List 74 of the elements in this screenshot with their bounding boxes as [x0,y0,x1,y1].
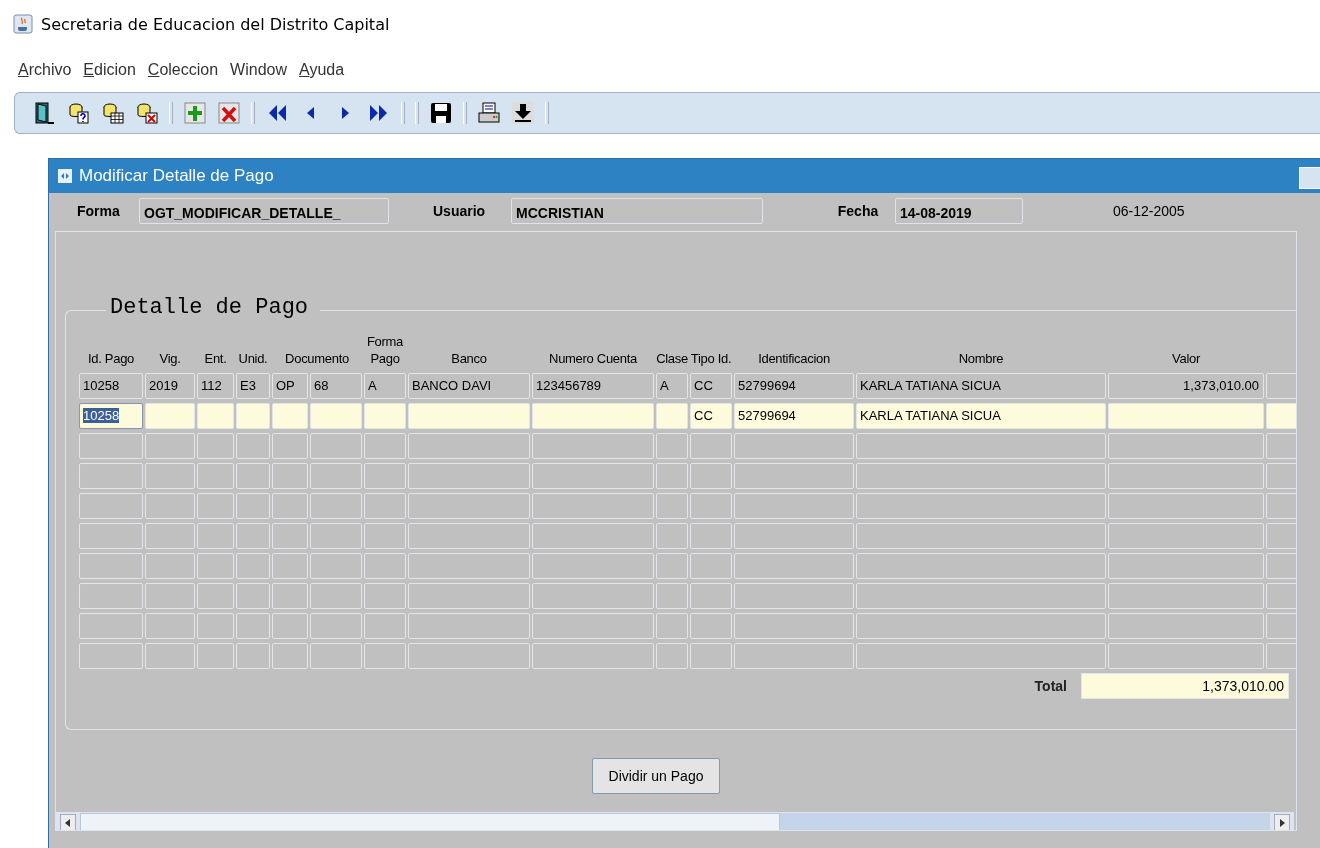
database-delete-icon[interactable] [135,101,159,125]
fecha-field: 14-08-2019 [895,198,1023,224]
form-window-title: Modificar Detalle de Pago [79,166,274,186]
usuario-field: MCCRISTIAN [511,198,763,224]
table-cell: BANCO DAVI [408,373,530,399]
column-header: Valor [1171,350,1201,368]
table-cell: KARLA TATIANA SICUA [856,373,1106,399]
section-title: Detalle de Pago [106,295,321,320]
split-payment-button[interactable]: Dividir un Pago [591,758,721,794]
column-header: Id. Pago [87,350,135,368]
column-header: Ent. [203,350,228,368]
scroll-thumb[interactable] [80,813,780,830]
table-cell[interactable]: CC [690,403,732,429]
table-cell: 1,373,010.00 [1108,373,1264,399]
menu-item[interactable]: Coleccion [147,61,219,79]
column-header: Tipo Id. [690,350,732,368]
column-header: Numero Cuenta [548,350,638,368]
add-record-icon[interactable] [183,101,207,125]
table-cell[interactable]: KARLA TATIANA SICUA [856,403,1106,429]
table-cell[interactable] [364,403,406,429]
menu-item[interactable]: Edicion [83,61,136,79]
scroll-left-icon[interactable] [60,814,76,830]
table-cell[interactable]: 10258 [79,403,143,429]
table-cell: 10258 [79,373,143,399]
scroll-right-icon[interactable] [1274,814,1290,830]
table-cell: OP [272,373,308,399]
menu-item[interactable]: Archivo [18,61,72,79]
column-header: Banco [450,350,488,368]
horizontal-scrollbar[interactable] [56,812,1294,830]
table-cell: 112 [197,373,234,399]
database-query-icon[interactable] [67,101,91,125]
table-cell: 68 [310,373,362,399]
column-header: Vig. [158,350,182,368]
column-header: Nombre [957,350,1005,368]
table-cell[interactable] [1266,403,1296,429]
table-cell[interactable] [656,403,688,429]
column-header: Unid. [237,350,269,368]
usuario-label: Usuario [432,203,487,219]
table-cell[interactable] [145,403,195,429]
total-field: 1,373,010.00 [1081,673,1289,699]
forma-label: Forma [76,203,121,219]
column-header: Documento [284,350,350,368]
delete-record-icon[interactable] [217,101,241,125]
form-window-icon [57,168,73,184]
table-cell[interactable] [310,403,362,429]
table-cell: 123456789 [532,373,654,399]
menu-item[interactable]: Window [230,61,287,79]
save-icon[interactable] [429,101,453,125]
java-cup-icon [13,14,33,34]
date-text: 06-12-2005 [1113,203,1185,219]
column-header: Clase [656,350,688,368]
table-cell[interactable] [408,403,530,429]
database-table-icon[interactable] [101,101,125,125]
table-cell[interactable] [197,403,234,429]
table-cell[interactable] [532,403,654,429]
table-cell: A [656,373,688,399]
column-header: Forma Pago [365,333,405,368]
table-cell[interactable] [236,403,270,429]
table-cell: 2019 [145,373,195,399]
table-cell: 52799694 [734,373,854,399]
column-header: Identificacion [757,350,831,368]
printer-icon[interactable] [477,101,501,125]
table-cell[interactable] [1108,403,1264,429]
table-cell[interactable]: 52799694 [734,403,854,429]
table-cell: A [364,373,406,399]
table-cell: CC [690,373,732,399]
table-cell: E3 [236,373,270,399]
window-title: Secretaria de Educacion del Distrito Capital [41,14,390,34]
total-label: Total [1034,678,1067,694]
fecha-label: Fecha [836,203,880,219]
menu-item[interactable]: Ayuda [299,61,345,79]
table-cell[interactable] [272,403,308,429]
forma-field: OGT_MODIFICAR_DETALLE_ [139,198,389,224]
exit-door-icon[interactable] [33,101,57,125]
